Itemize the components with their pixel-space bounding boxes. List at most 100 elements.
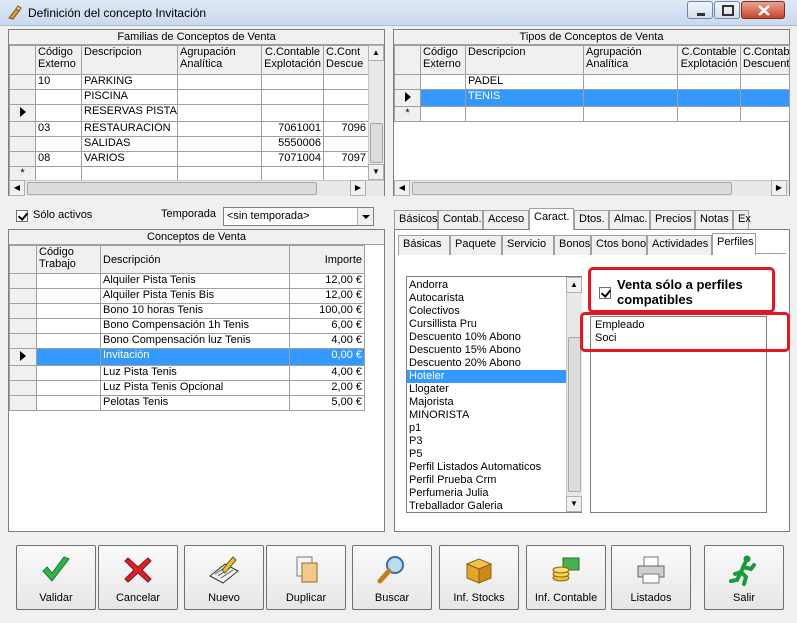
maximize-button[interactable] (714, 1, 740, 19)
table-row[interactable]: PISCINA (9, 89, 369, 105)
row-indicator[interactable] (9, 151, 36, 167)
table-cell[interactable] (465, 106, 584, 122)
table-row[interactable]: Alquiler Pista Tenis 12,00 € (9, 273, 365, 289)
table-cell[interactable]: 5550006 (261, 136, 324, 152)
table-cell[interactable] (420, 74, 466, 90)
table-cell[interactable] (261, 104, 324, 122)
table-cell[interactable]: PARKING (81, 74, 178, 90)
tab-dtos[interactable]: Dtos. (574, 210, 609, 230)
table-cell[interactable]: Luz Pista Tenis (100, 365, 290, 381)
tab-almac[interactable]: Almac. (609, 210, 650, 230)
tab-acceso[interactable]: Acceso (483, 210, 529, 230)
table-cell[interactable]: TENIS (465, 89, 584, 107)
familias-vscroll[interactable]: ▲ ▼ (368, 45, 384, 180)
temporada-select[interactable]: <sin temporada> (223, 207, 374, 226)
table-cell[interactable]: 2,00 € (289, 380, 365, 396)
column-header[interactable]: Descripcion (465, 45, 584, 75)
list-item[interactable]: Perfumeria Julia (407, 487, 566, 500)
table-row[interactable]: Luz Pista Tenis 4,00 € (9, 365, 365, 381)
minimize-button[interactable] (687, 1, 713, 19)
scroll-thumb[interactable] (412, 182, 732, 195)
table-cell[interactable]: PADEL (465, 74, 584, 90)
table-cell[interactable] (177, 121, 262, 137)
tab-contab[interactable]: Contab. (438, 210, 483, 230)
list-item[interactable]: Treballador Galeria (407, 500, 566, 513)
duplicar-button[interactable]: Duplicar (266, 545, 346, 610)
table-cell[interactable]: 7071004 (261, 151, 324, 167)
table-cell[interactable]: Bono 10 horas Tenis (100, 303, 290, 319)
table-cell[interactable] (36, 288, 101, 304)
table-cell[interactable]: 12,00 € (289, 273, 365, 289)
table-cell[interactable]: 5,00 € (289, 395, 365, 411)
table-cell[interactable] (323, 89, 369, 105)
table-cell[interactable]: 4,00 € (289, 365, 365, 381)
table-cell[interactable] (583, 74, 678, 90)
table-cell[interactable] (677, 89, 741, 107)
list-item[interactable]: Descuento 15% Abono (407, 344, 566, 357)
table-cell[interactable]: VARIOS (81, 151, 178, 167)
table-row[interactable]: Bono 10 horas Tenis 100,00 € (9, 303, 365, 319)
table-cell[interactable] (35, 89, 82, 105)
table-row[interactable]: Luz Pista Tenis Opcional 2,00 € (9, 380, 365, 396)
table-cell[interactable]: Bono Compensación luz Tenis (100, 333, 290, 349)
table-cell[interactable]: 4,00 € (289, 333, 365, 349)
table-row[interactable]: PADEL (394, 74, 790, 90)
scroll-thumb[interactable] (370, 123, 383, 163)
row-indicator[interactable] (9, 395, 37, 411)
column-header[interactable]: C.Contab Descuent (740, 45, 790, 75)
conceptos-grid[interactable]: Código Trabajo Descripción Importe Alqui… (9, 245, 365, 411)
table-cell[interactable] (740, 74, 790, 90)
table-cell[interactable] (261, 89, 324, 105)
column-header[interactable]: Agrupación Analítica (177, 45, 262, 75)
table-cell[interactable] (677, 106, 741, 122)
tab-servicio[interactable]: Servicio (502, 235, 554, 255)
scroll-left-arrow[interactable]: ◀ (394, 180, 410, 196)
table-cell[interactable]: RESTAURACIÓN (81, 121, 178, 137)
row-indicator[interactable] (9, 365, 37, 381)
nuevo-button[interactable]: Nuevo (184, 545, 264, 610)
table-cell[interactable]: Luz Pista Tenis Opcional (100, 380, 290, 396)
column-header[interactable]: C.Contable Explotación (261, 45, 324, 75)
row-indicator[interactable] (9, 104, 36, 122)
table-cell[interactable] (177, 89, 262, 105)
tab-bonos[interactable]: Bonos (554, 235, 591, 255)
table-cell[interactable] (36, 333, 101, 349)
table-cell[interactable] (323, 74, 369, 90)
row-indicator[interactable] (9, 288, 37, 304)
table-cell[interactable]: 10 (35, 74, 82, 90)
row-indicator[interactable] (9, 348, 37, 366)
table-cell[interactable]: RESERVAS PISTAS (81, 104, 178, 122)
scroll-down-arrow[interactable]: ▼ (368, 164, 384, 180)
table-cell[interactable] (420, 106, 466, 122)
list-item[interactable]: Cursillista Pru (407, 318, 566, 331)
table-row[interactable]: 10 PARKING (9, 74, 369, 90)
scroll-up-arrow[interactable]: ▲ (566, 277, 582, 293)
table-cell[interactable]: SALIDAS (81, 136, 178, 152)
inf-stocks-button[interactable]: Inf. Stocks (439, 545, 519, 610)
column-header[interactable]: Código Externo (35, 45, 82, 75)
table-row[interactable]: Bono Compensación 1h Tenis 6,00 € (9, 318, 365, 334)
tab-bsicos[interactable]: Básicos (394, 210, 438, 230)
tab-bsicas[interactable]: Básicas (398, 235, 450, 255)
table-cell[interactable]: 100,00 € (289, 303, 365, 319)
scroll-down-arrow[interactable]: ▼ (566, 496, 582, 512)
scroll-thumb[interactable] (27, 182, 317, 195)
familias-hscroll[interactable]: ◀ ▶ (9, 180, 384, 196)
new-row[interactable]: * (394, 106, 790, 122)
table-cell[interactable] (740, 106, 790, 122)
table-row[interactable]: 08 VARIOS 7071004 7097 (9, 151, 369, 167)
table-cell[interactable] (177, 136, 262, 152)
table-cell[interactable]: 7061001 (261, 121, 324, 137)
table-cell[interactable] (36, 380, 101, 396)
table-row[interactable]: Alquiler Pista Tenis Bis 12,00 € (9, 288, 365, 304)
list-item[interactable]: Autocarista (407, 292, 566, 305)
row-indicator[interactable] (9, 121, 36, 137)
row-indicator[interactable] (9, 74, 36, 90)
table-cell[interactable] (36, 303, 101, 319)
tab-precios[interactable]: Precios (650, 210, 695, 230)
table-cell[interactable]: 6,00 € (289, 318, 365, 334)
inf-contable-button[interactable]: Inf. Contable (526, 545, 606, 610)
list-item[interactable]: p1 (407, 422, 566, 435)
row-indicator[interactable] (9, 89, 36, 105)
list-item[interactable]: Majorista (407, 396, 566, 409)
